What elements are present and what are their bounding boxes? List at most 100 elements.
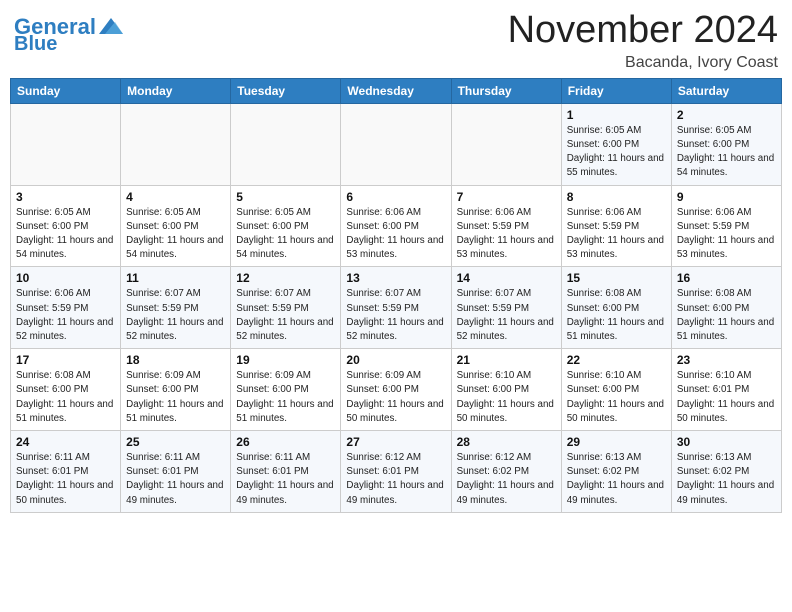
- day-info: Sunrise: 6:05 AM Sunset: 6:00 PM Dayligh…: [16, 206, 115, 263]
- day-number: 13: [346, 271, 445, 285]
- day-info: Sunrise: 6:13 AM Sunset: 6:02 PM Dayligh…: [677, 451, 776, 508]
- day-cell: 18 Sunrise: 6:09 AM Sunset: 6:00 PM Dayli…: [121, 349, 231, 431]
- day-cell: 22 Sunrise: 6:10 AM Sunset: 6:00 PM Dayli…: [561, 349, 671, 431]
- calendar-table: SundayMondayTuesdayWednesdayThursdayFrid…: [10, 78, 782, 513]
- day-cell: [451, 103, 561, 185]
- day-number: 30: [677, 435, 776, 449]
- day-cell: 15 Sunrise: 6:08 AM Sunset: 6:00 PM Dayli…: [561, 267, 671, 349]
- calendar-body: 1 Sunrise: 6:05 AM Sunset: 6:00 PM Daylig…: [11, 103, 782, 512]
- header-row: SundayMondayTuesdayWednesdayThursdayFrid…: [11, 78, 782, 103]
- day-cell: [11, 103, 121, 185]
- col-header-thursday: Thursday: [451, 78, 561, 103]
- day-cell: 28 Sunrise: 6:12 AM Sunset: 6:02 PM Dayli…: [451, 431, 561, 513]
- day-number: 26: [236, 435, 335, 449]
- day-cell: 21Sunrise: 6:10 AM Sunset: 6:00 PM Dayli…: [451, 349, 561, 431]
- day-number: 5: [236, 190, 335, 204]
- day-cell: 29 Sunrise: 6:13 AM Sunset: 6:02 PM Dayli…: [561, 431, 671, 513]
- day-number: 27: [346, 435, 445, 449]
- day-info: Sunrise: 6:09 AM Sunset: 6:00 PM Dayligh…: [126, 369, 225, 426]
- logo: General Blue: [14, 16, 125, 54]
- day-cell: 8 Sunrise: 6:06 AM Sunset: 5:59 PM Daylig…: [561, 185, 671, 267]
- day-cell: 24Sunrise: 6:11 AM Sunset: 6:01 PM Dayli…: [11, 431, 121, 513]
- day-cell: 23 Sunrise: 6:10 AM Sunset: 6:01 PM Dayli…: [671, 349, 781, 431]
- day-info: Sunrise: 6:06 AM Sunset: 5:59 PM Dayligh…: [567, 206, 666, 263]
- month-title: November 2024: [508, 10, 778, 52]
- day-cell: 16 Sunrise: 6:08 AM Sunset: 6:00 PM Dayli…: [671, 267, 781, 349]
- week-row-3: 10Sunrise: 6:06 AM Sunset: 5:59 PM Dayli…: [11, 267, 782, 349]
- day-number: 20: [346, 353, 445, 367]
- day-number: 1: [567, 108, 666, 122]
- day-number: 14: [457, 271, 556, 285]
- day-number: 8: [567, 190, 666, 204]
- day-info: Sunrise: 6:07 AM Sunset: 5:59 PM Dayligh…: [457, 287, 556, 344]
- day-cell: 2 Sunrise: 6:05 AM Sunset: 6:00 PM Daylig…: [671, 103, 781, 185]
- day-cell: 7Sunrise: 6:06 AM Sunset: 5:59 PM Daylig…: [451, 185, 561, 267]
- day-number: 4: [126, 190, 225, 204]
- day-info: Sunrise: 6:08 AM Sunset: 6:00 PM Dayligh…: [567, 287, 666, 344]
- day-number: 22: [567, 353, 666, 367]
- logo-icon: [97, 16, 125, 38]
- day-cell: 12 Sunrise: 6:07 AM Sunset: 5:59 PM Dayli…: [231, 267, 341, 349]
- day-info: Sunrise: 6:06 AM Sunset: 6:00 PM Dayligh…: [346, 206, 445, 263]
- day-info: Sunrise: 6:08 AM Sunset: 6:00 PM Dayligh…: [677, 287, 776, 344]
- day-number: 15: [567, 271, 666, 285]
- week-row-1: 1 Sunrise: 6:05 AM Sunset: 6:00 PM Daylig…: [11, 103, 782, 185]
- day-number: 11: [126, 271, 225, 285]
- day-info: Sunrise: 6:05 AM Sunset: 6:00 PM Dayligh…: [236, 206, 335, 263]
- day-number: 24: [16, 435, 115, 449]
- day-cell: 13 Sunrise: 6:07 AM Sunset: 5:59 PM Dayli…: [341, 267, 451, 349]
- day-cell: 5 Sunrise: 6:05 AM Sunset: 6:00 PM Daylig…: [231, 185, 341, 267]
- day-info: Sunrise: 6:05 AM Sunset: 6:00 PM Dayligh…: [567, 124, 666, 181]
- day-cell: 26 Sunrise: 6:11 AM Sunset: 6:01 PM Dayli…: [231, 431, 341, 513]
- day-number: 16: [677, 271, 776, 285]
- day-cell: 27Sunrise: 6:12 AM Sunset: 6:01 PM Dayli…: [341, 431, 451, 513]
- day-info: Sunrise: 6:11 AM Sunset: 6:01 PM Dayligh…: [236, 451, 335, 508]
- day-info: Sunrise: 6:06 AM Sunset: 5:59 PM Dayligh…: [16, 287, 115, 344]
- day-number: 25: [126, 435, 225, 449]
- week-row-2: 3 Sunrise: 6:05 AM Sunset: 6:00 PM Daylig…: [11, 185, 782, 267]
- day-number: 3: [16, 190, 115, 204]
- title-area: November 2024 Bacanda, Ivory Coast: [508, 10, 778, 72]
- week-row-4: 17Sunrise: 6:08 AM Sunset: 6:00 PM Dayli…: [11, 349, 782, 431]
- day-number: 19: [236, 353, 335, 367]
- day-info: Sunrise: 6:07 AM Sunset: 5:59 PM Dayligh…: [346, 287, 445, 344]
- col-header-monday: Monday: [121, 78, 231, 103]
- day-info: Sunrise: 6:06 AM Sunset: 5:59 PM Dayligh…: [677, 206, 776, 263]
- day-info: Sunrise: 6:07 AM Sunset: 5:59 PM Dayligh…: [126, 287, 225, 344]
- day-cell: 25 Sunrise: 6:11 AM Sunset: 6:01 PM Dayli…: [121, 431, 231, 513]
- day-cell: [121, 103, 231, 185]
- day-info: Sunrise: 6:09 AM Sunset: 6:00 PM Dayligh…: [346, 369, 445, 426]
- day-cell: [231, 103, 341, 185]
- day-cell: 14 Sunrise: 6:07 AM Sunset: 5:59 PM Dayli…: [451, 267, 561, 349]
- day-info: Sunrise: 6:06 AM Sunset: 5:59 PM Dayligh…: [457, 206, 556, 263]
- page-header: General Blue November 2024 Bacanda, Ivor…: [10, 10, 782, 72]
- day-info: Sunrise: 6:13 AM Sunset: 6:02 PM Dayligh…: [567, 451, 666, 508]
- day-info: Sunrise: 6:10 AM Sunset: 6:01 PM Dayligh…: [677, 369, 776, 426]
- day-cell: 3 Sunrise: 6:05 AM Sunset: 6:00 PM Daylig…: [11, 185, 121, 267]
- day-cell: 1 Sunrise: 6:05 AM Sunset: 6:00 PM Daylig…: [561, 103, 671, 185]
- col-header-sunday: Sunday: [11, 78, 121, 103]
- day-info: Sunrise: 6:10 AM Sunset: 6:00 PM Dayligh…: [457, 369, 556, 426]
- day-cell: 10Sunrise: 6:06 AM Sunset: 5:59 PM Dayli…: [11, 267, 121, 349]
- day-number: 28: [457, 435, 556, 449]
- col-header-friday: Friday: [561, 78, 671, 103]
- day-info: Sunrise: 6:11 AM Sunset: 6:01 PM Dayligh…: [126, 451, 225, 508]
- day-cell: 20 Sunrise: 6:09 AM Sunset: 6:00 PM Dayli…: [341, 349, 451, 431]
- day-cell: 4Sunrise: 6:05 AM Sunset: 6:00 PM Daylig…: [121, 185, 231, 267]
- day-info: Sunrise: 6:12 AM Sunset: 6:02 PM Dayligh…: [457, 451, 556, 508]
- col-header-saturday: Saturday: [671, 78, 781, 103]
- day-cell: 9Sunrise: 6:06 AM Sunset: 5:59 PM Daylig…: [671, 185, 781, 267]
- day-number: 2: [677, 108, 776, 122]
- day-number: 12: [236, 271, 335, 285]
- day-number: 23: [677, 353, 776, 367]
- col-header-wednesday: Wednesday: [341, 78, 451, 103]
- day-info: Sunrise: 6:07 AM Sunset: 5:59 PM Dayligh…: [236, 287, 335, 344]
- day-cell: 11 Sunrise: 6:07 AM Sunset: 5:59 PM Dayli…: [121, 267, 231, 349]
- day-number: 6: [346, 190, 445, 204]
- day-number: 18: [126, 353, 225, 367]
- day-info: Sunrise: 6:05 AM Sunset: 6:00 PM Dayligh…: [677, 124, 776, 181]
- day-cell: 6 Sunrise: 6:06 AM Sunset: 6:00 PM Daylig…: [341, 185, 451, 267]
- day-number: 29: [567, 435, 666, 449]
- day-info: Sunrise: 6:10 AM Sunset: 6:00 PM Dayligh…: [567, 369, 666, 426]
- day-number: 17: [16, 353, 115, 367]
